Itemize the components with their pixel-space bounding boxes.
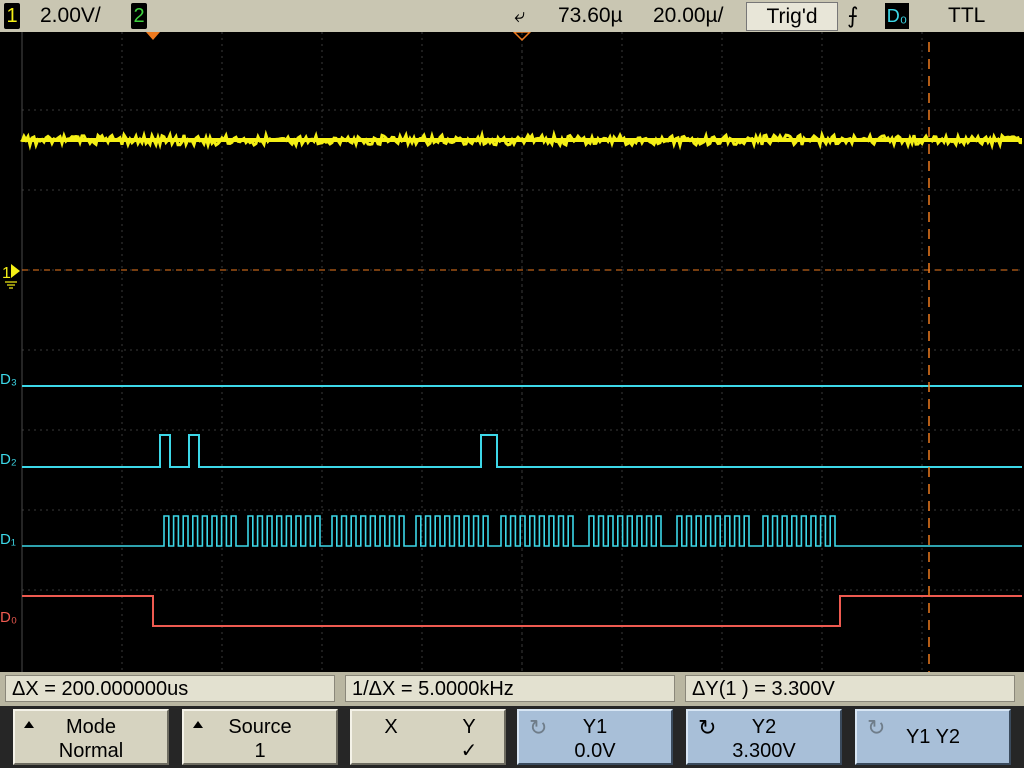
x-label: X — [384, 716, 398, 738]
y1-value: 0.0V — [574, 740, 616, 762]
y2-value: 3.300V — [732, 740, 796, 762]
source-label: Source — [228, 716, 292, 738]
ch1-marker-label: 1 — [2, 265, 11, 282]
markers: 1 D₃ D₂ D₁ D₀ — [0, 32, 930, 672]
trigger-source: D₀ — [885, 3, 909, 29]
mode-softkey[interactable]: Mode Normal — [13, 709, 169, 765]
ch2-indicator[interactable]: 2 — [131, 3, 147, 29]
y-label: Y — [462, 716, 476, 738]
trigger-position-marker — [146, 32, 160, 40]
logic-threshold: TTL — [948, 4, 986, 27]
digital-channel-label: D₂ — [0, 451, 17, 468]
inverse-delta-x-readout: 1/ΔX = 5.0000kHz — [345, 675, 675, 702]
source-value: 1 — [254, 740, 266, 762]
trigger-arrow-icon: ⤶ — [514, 5, 526, 27]
delta-x-readout: ΔX = 200.000000us — [5, 675, 335, 702]
mode-label: Mode — [65, 716, 117, 738]
y1-softkey[interactable]: ↻ Y1 0.0V — [517, 709, 673, 765]
y2-label: Y2 — [751, 716, 777, 738]
y1-label: Y1 — [582, 716, 608, 738]
digital-channel-label: D₁ — [0, 531, 16, 548]
xy-softkey[interactable]: X Y ✓ — [350, 709, 506, 765]
d2-trace — [22, 434, 1022, 468]
digital-channel-label: D₀ — [0, 609, 17, 626]
digital-channel-label: D₃ — [0, 371, 17, 388]
status-bar: 1 2.00V/ 2 ⤶ 73.60µ 20.00µ/ Trig'd ⨍ D₀ … — [0, 0, 1024, 32]
source-softkey[interactable]: Source 1 — [182, 709, 338, 765]
y-check-icon: ✓ — [460, 740, 478, 762]
edge-trigger-icon: ⨍ — [847, 3, 859, 28]
y1y2-label: Y1 Y2 — [905, 726, 961, 748]
cursor-readout-bar: ΔX = 200.000000us 1/ΔX = 5.0000kHz ΔY(1 … — [0, 672, 1024, 706]
horizontal-delay: 73.60µ — [558, 4, 623, 27]
waveform-display: 1 D₃ D₂ D₁ D₀ — [0, 32, 1023, 672]
mode-value: Normal — [58, 740, 124, 762]
softkey-menu: Mode Normal Source 1 X Y ✓ ↻ Y1 0.0V ↻ Y… — [0, 706, 1024, 768]
y1y2-softkey[interactable]: ↻ Y1 Y2 — [855, 709, 1011, 765]
ch1-ground-marker-icon — [11, 264, 20, 278]
trigger-status: Trig'd — [746, 2, 838, 31]
timebase: 20.00µ/ — [653, 4, 724, 27]
ch1-scale: 2.00V/ — [40, 4, 101, 27]
ch1-indicator[interactable]: 1 — [4, 3, 20, 29]
delta-y-readout: ΔY(1 ) = 3.300V — [685, 675, 1015, 702]
graticule — [21, 32, 1022, 672]
y2-softkey[interactable]: ↻ Y2 3.300V — [686, 709, 842, 765]
